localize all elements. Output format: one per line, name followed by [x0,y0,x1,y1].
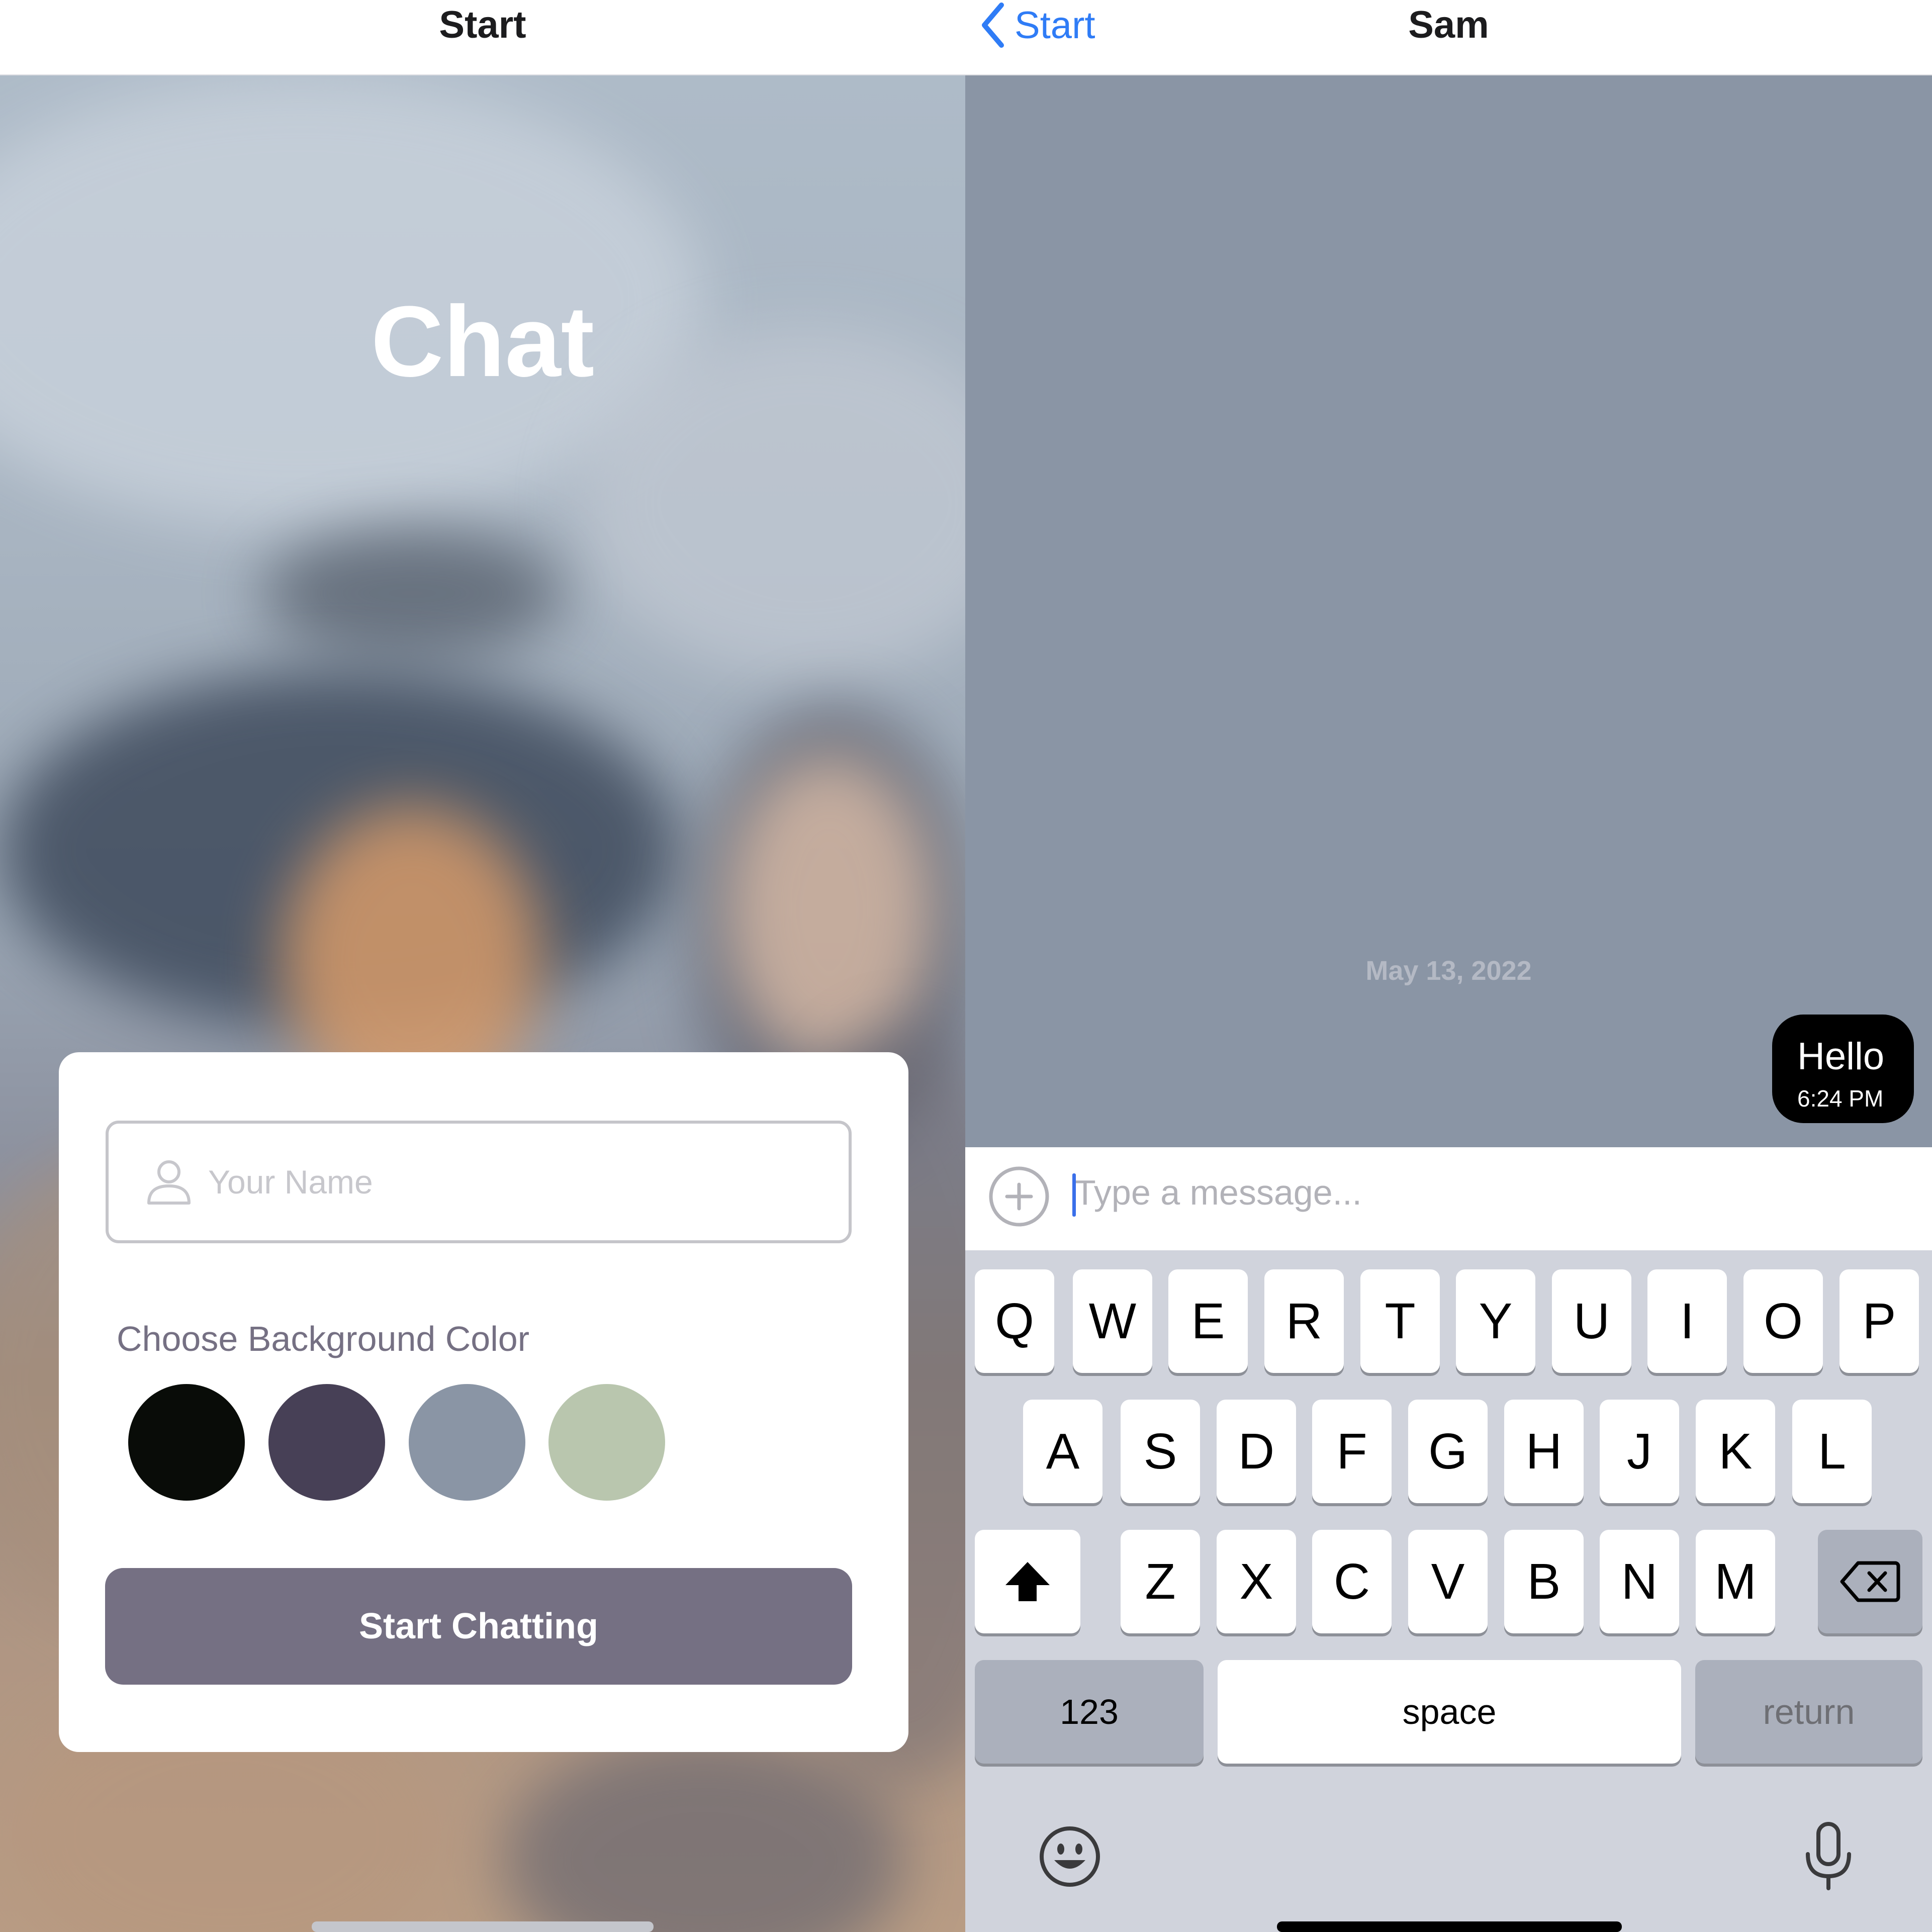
key-c[interactable]: C [1312,1530,1392,1633]
start-screen: Start Chat Choose Background Color Start… [0,0,965,1932]
key-n[interactable]: N [1600,1530,1679,1633]
key-p[interactable]: P [1839,1269,1919,1373]
key-x[interactable]: X [1217,1530,1296,1633]
start-form-card: Choose Background Color Start Chatting [59,1052,908,1752]
key-a[interactable]: A [1023,1400,1102,1503]
app-title: Chat [371,286,595,398]
color-swatch-black[interactable] [128,1384,245,1501]
key-o[interactable]: O [1743,1269,1823,1373]
key-s[interactable]: S [1121,1400,1200,1503]
space-key[interactable]: space [1218,1660,1681,1764]
text-cursor [1072,1173,1076,1217]
key-b[interactable]: B [1504,1530,1584,1633]
key-i[interactable]: I [1647,1269,1727,1373]
keyboard: Q W E R T Y U I O P A S D F G H J K L Z … [965,1250,1932,1932]
delete-key[interactable] [1818,1530,1922,1633]
key-m[interactable]: M [1696,1530,1775,1633]
key-y[interactable]: Y [1456,1269,1535,1373]
date-separator: May 13, 2022 [1365,956,1532,986]
start-chatting-button[interactable]: Start Chatting [105,1568,852,1685]
message-list[interactable]: May 13, 2022 Hello 6:24 PM [965,75,1932,1147]
shift-key[interactable] [975,1530,1080,1633]
home-indicator [312,1921,654,1932]
name-input-container[interactable] [106,1121,852,1243]
message-bubble[interactable]: Hello 6:24 PM [1772,1015,1914,1123]
message-input[interactable] [1073,1167,1898,1218]
key-h[interactable]: H [1504,1400,1584,1503]
return-key[interactable]: return [1695,1660,1922,1764]
name-input[interactable] [207,1162,810,1202]
home-indicator [1277,1921,1622,1932]
key-z[interactable]: Z [1121,1530,1200,1633]
person-icon [147,1160,191,1205]
color-swatch-slate-gray[interactable] [409,1384,525,1501]
key-k[interactable]: K [1696,1400,1775,1503]
color-swatch-sage-green[interactable] [548,1384,665,1501]
message-text: Hello [1797,1035,1885,1078]
emoji-icon[interactable] [1038,1825,1101,1888]
chat-navbar: Start Sam [965,0,1932,75]
chat-screen: Start Sam May 13, 2022 Hello 6:24 PM Q W… [965,0,1932,1932]
start-nav-title: Start [439,4,526,46]
numbers-key[interactable]: 123 [975,1660,1204,1764]
backspace-icon [1840,1561,1900,1602]
key-g[interactable]: G [1408,1400,1488,1503]
microphone-icon[interactable] [1801,1821,1856,1891]
key-e[interactable]: E [1168,1269,1248,1373]
start-navbar: Start [0,0,965,75]
chat-nav-title: Sam [1408,4,1489,46]
plus-circle-icon[interactable] [988,1165,1050,1228]
message-composer [965,1147,1932,1250]
message-time: 6:24 PM [1797,1085,1884,1112]
key-d[interactable]: D [1217,1400,1296,1503]
choose-color-label: Choose Background Color [117,1319,530,1358]
color-swatch-dark-purple[interactable] [268,1384,385,1501]
key-w[interactable]: W [1073,1269,1152,1373]
key-t[interactable]: T [1360,1269,1440,1373]
key-v[interactable]: V [1408,1530,1488,1633]
key-f[interactable]: F [1312,1400,1392,1503]
key-l[interactable]: L [1792,1400,1872,1503]
key-q[interactable]: Q [975,1269,1054,1373]
key-j[interactable]: J [1600,1400,1679,1503]
key-r[interactable]: R [1264,1269,1344,1373]
shift-icon [1005,1562,1050,1601]
key-u[interactable]: U [1552,1269,1631,1373]
